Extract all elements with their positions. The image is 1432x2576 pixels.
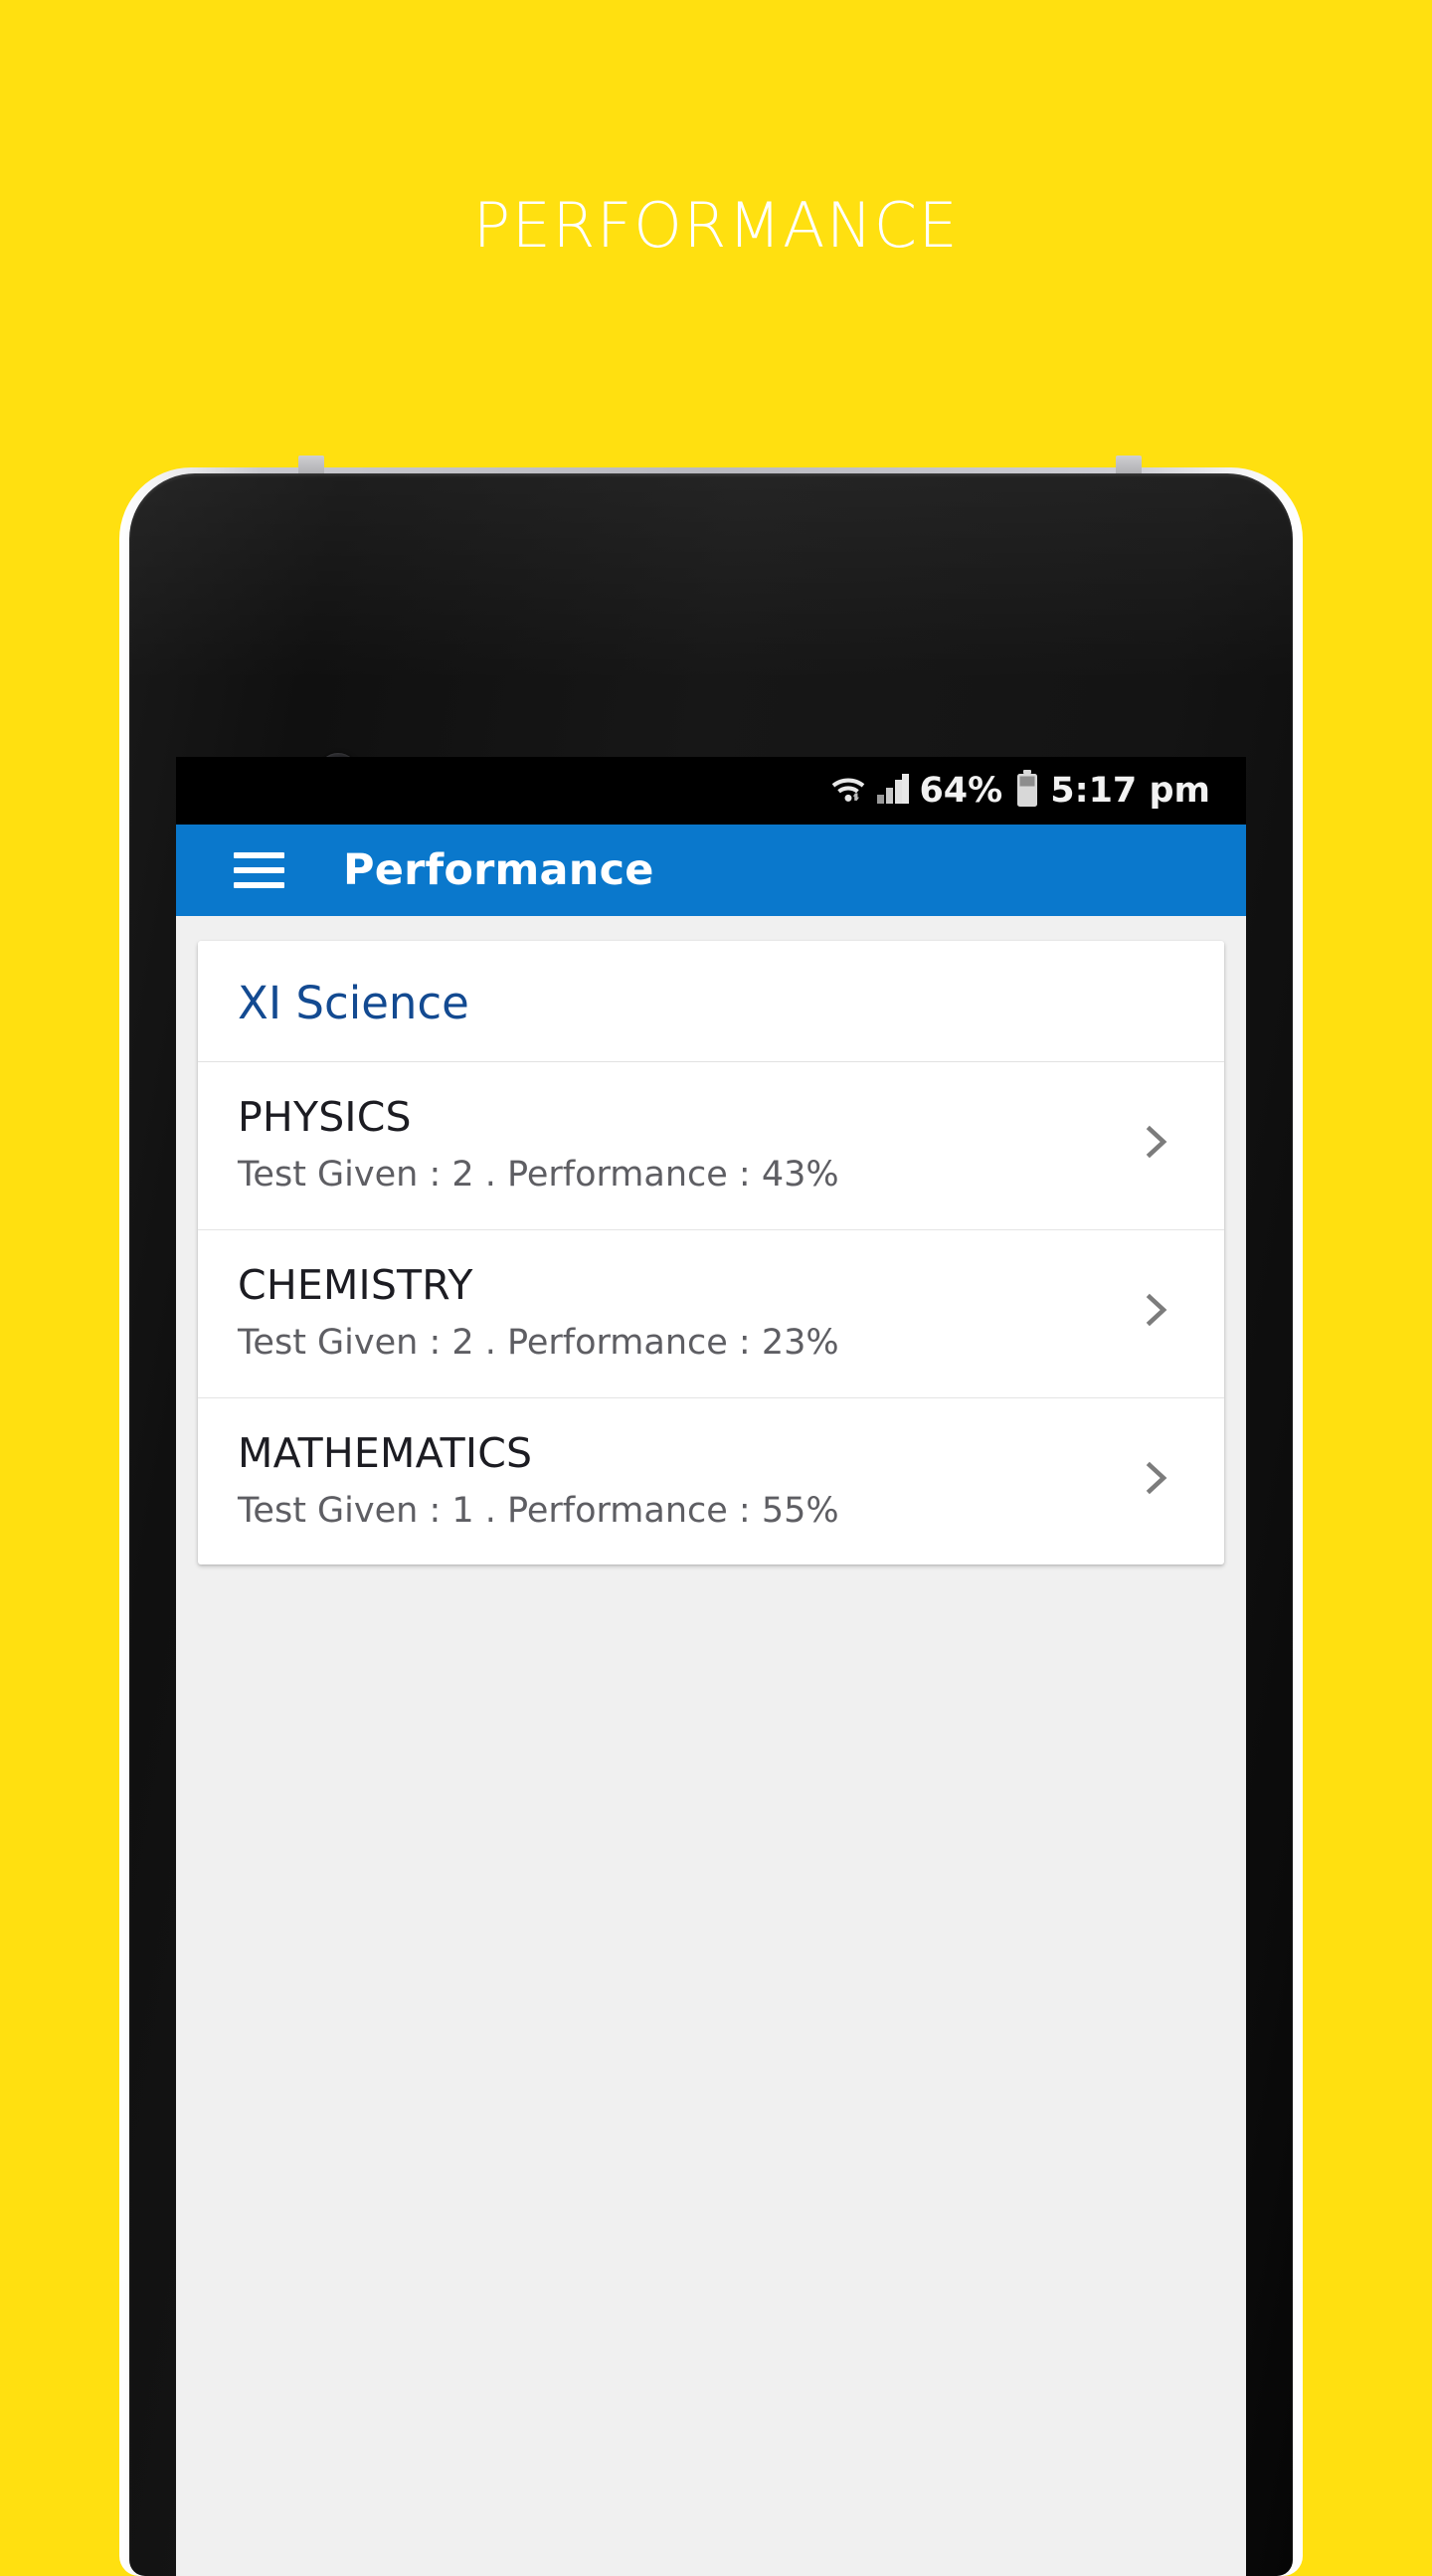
hamburger-bar-3 — [234, 882, 284, 888]
hamburger-bar-2 — [234, 867, 284, 873]
class-name-label: XI Science — [238, 977, 469, 1029]
battery-percent-label: 64% — [919, 771, 1003, 811]
phone-device-mockup: 64% 5:17 pm Performance XI Science PHYSI… — [119, 456, 1303, 2576]
subject-texts: CHEMISTRY Test Given : 2 . Performance :… — [238, 1260, 1117, 1363]
app-bar-title: Performance — [343, 845, 654, 895]
hamburger-menu-icon[interactable] — [234, 852, 284, 888]
status-bar-right-cluster: 64% 5:17 pm — [829, 769, 1210, 813]
wifi-icon — [829, 772, 867, 811]
card-header: XI Science — [198, 941, 1224, 1062]
subject-meta: Test Given : 2 . Performance : 43% — [238, 1155, 839, 1196]
performance-card: XI Science PHYSICS Test Given : 2 . Perf… — [198, 941, 1224, 1565]
subject-texts: PHYSICS Test Given : 2 . Performance : 4… — [238, 1093, 1117, 1196]
subject-meta: Test Given : 2 . Performance : 23% — [238, 1322, 839, 1363]
subject-texts: MATHEMATICS Test Given : 1 . Performance… — [238, 1428, 1117, 1531]
phone-body-gloss — [129, 473, 1293, 682]
subject-meta: Test Given : 1 . Performance : 55% — [238, 1490, 839, 1531]
status-bar-clock: 5:17 pm — [1050, 771, 1210, 811]
subject-row-chemistry[interactable]: CHEMISTRY Test Given : 2 . Performance :… — [198, 1230, 1224, 1398]
subject-row-physics[interactable]: PHYSICS Test Given : 2 . Performance : 4… — [198, 1062, 1224, 1230]
battery-icon — [1015, 769, 1039, 813]
subject-name: CHEMISTRY — [238, 1260, 473, 1309]
subject-row-mathematics[interactable]: MATHEMATICS Test Given : 1 . Performance… — [198, 1398, 1224, 1565]
chevron-right-icon[interactable] — [1137, 1454, 1176, 1507]
chevron-right-icon[interactable] — [1137, 1286, 1176, 1339]
app-bar: Performance — [176, 825, 1246, 916]
subject-name: PHYSICS — [238, 1093, 412, 1141]
content-area: XI Science PHYSICS Test Given : 2 . Perf… — [176, 916, 1246, 2576]
status-bar: 64% 5:17 pm — [176, 757, 1246, 825]
subject-name: MATHEMATICS — [238, 1428, 533, 1477]
phone-screen: 64% 5:17 pm Performance XI Science PHYSI… — [176, 757, 1246, 2576]
phone-body: 64% 5:17 pm Performance XI Science PHYSI… — [129, 473, 1293, 2576]
cellular-signal-icon — [876, 773, 910, 810]
hamburger-bar-1 — [234, 852, 284, 858]
page-title: PERFORMANCE — [472, 189, 960, 262]
chevron-right-icon[interactable] — [1137, 1118, 1176, 1171]
